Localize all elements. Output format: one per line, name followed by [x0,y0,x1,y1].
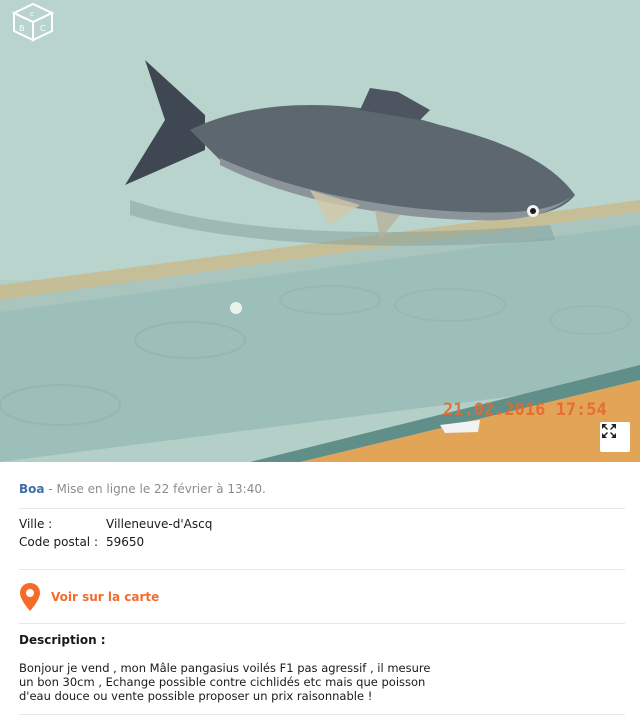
divider [19,508,625,509]
listing-photo[interactable]: c B C 21.02.2016 17:54 [0,0,640,462]
listing-details: Boa - Mise en ligne le 22 février à 13:4… [0,462,640,719]
cube-logo-icon: c B C [10,2,56,42]
postal-code-value: 59650 [106,535,145,549]
author-link[interactable]: Boa [19,482,45,496]
aquarium-photo-illustration [0,0,640,462]
svg-text:c: c [30,10,34,18]
city-value: Villeneuve-d'Ascq [106,517,213,531]
postal-code-label: Code postal : [19,535,98,549]
see-on-map-link[interactable]: Voir sur la carte [19,582,159,612]
expand-arrows-icon [602,424,616,438]
description-line: d'eau douce ou vente possible proposer u… [19,689,373,703]
description-line: Bonjour je vend , mon Mâle pangasius voi… [19,661,431,675]
photo-timestamp: 21.02.2016 17:54 [443,400,607,420]
see-on-map-label: Voir sur la carte [51,590,160,604]
svg-text:C: C [40,24,46,33]
description-title: Description : [19,633,106,647]
divider [19,714,625,715]
map-pin-icon [20,583,40,611]
listing-meta: Boa - Mise en ligne le 22 février à 13:4… [19,482,266,496]
posted-date: - Mise en ligne le 22 février à 13:40. [44,482,266,496]
expand-photo-button[interactable] [600,422,630,452]
description-line: un bon 30cm , Echange possible contre ci… [19,675,426,689]
svg-text:B: B [19,24,25,33]
city-label: Ville : [19,517,53,531]
divider [19,569,625,570]
description-body: Bonjour je vend , mon Mâle pangasius voi… [19,661,439,703]
divider [19,623,625,624]
